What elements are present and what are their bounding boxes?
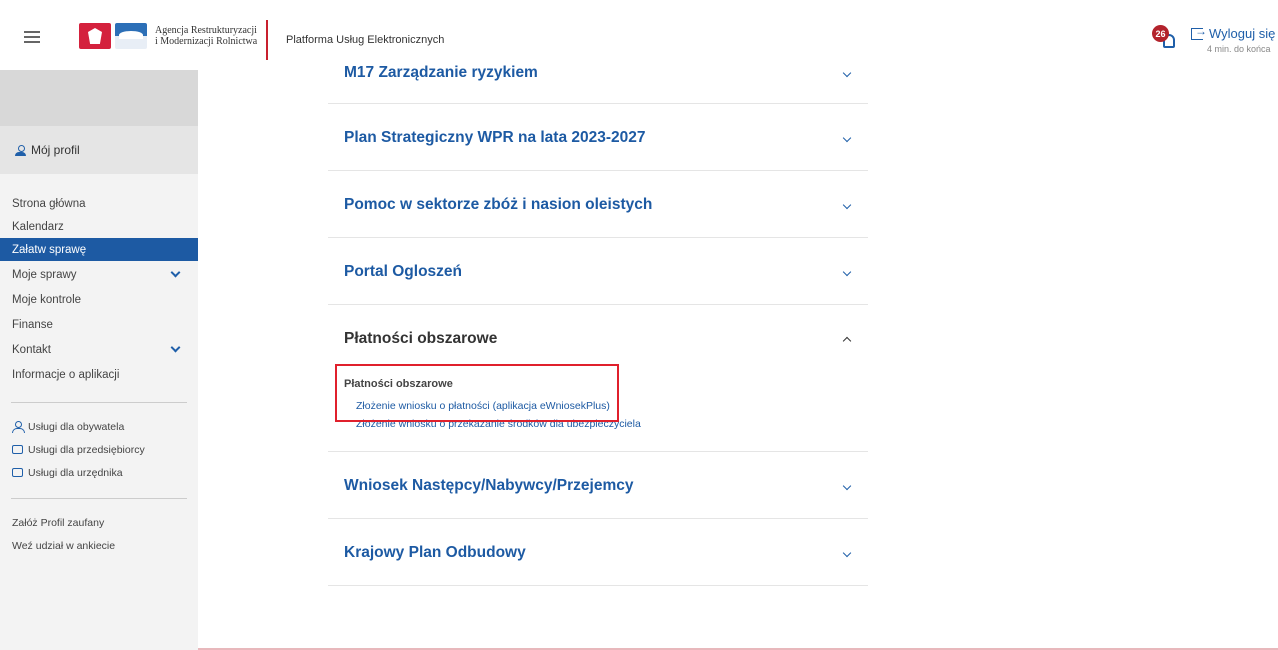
accordion-header[interactable]: Pomoc w sektorze zbóż i nasion oleistych <box>328 171 868 238</box>
submit-payment-application-link[interactable]: Złożenie wniosku o płatności (aplikacja … <box>356 400 868 412</box>
header-divider <box>266 20 268 60</box>
accordion-area-payments: Płatności obszarowe Płatności obszarowe … <box>328 305 868 452</box>
profile-label: Mój profil <box>31 143 80 157</box>
accordion-header[interactable]: Płatności obszarowe <box>328 305 868 372</box>
logout-label: Wyloguj się <box>1209 26 1276 41</box>
accordion-header[interactable]: Krajowy Plan Odbudowy <box>328 519 868 586</box>
nav-item-handle-matter[interactable]: Załatw sprawę <box>0 238 198 261</box>
person-icon <box>15 144 26 156</box>
nav-item-my-matters[interactable]: Moje sprawy <box>0 261 198 288</box>
agency-name: Agencja Restrukturyzacji i Modernizacji … <box>155 25 258 47</box>
my-profile-link[interactable]: Mój profil <box>0 126 198 174</box>
chevron-down-icon <box>842 133 852 142</box>
accordion-successor-application: Wniosek Następcy/Nabywcy/Przejemcy <box>328 452 868 519</box>
chevron-down-icon <box>842 68 852 77</box>
notifications-button[interactable]: 26 <box>1152 25 1178 51</box>
session-timer: 4 min. do końca <box>1207 44 1271 54</box>
nav-item-contact[interactable]: Kontakt <box>0 338 198 361</box>
chevron-down-icon <box>842 267 852 276</box>
sidebar-divider <box>11 498 187 499</box>
sidebar-banner <box>0 70 198 126</box>
chevron-up-icon <box>842 336 852 345</box>
accordion-panel: Płatności obszarowe Złożenie wniosku o p… <box>328 378 868 430</box>
accordion-header[interactable]: Portal Ogloszeń <box>328 238 868 305</box>
panel-heading: Płatności obszarowe <box>344 378 453 390</box>
chevron-down-icon <box>842 481 852 490</box>
sidebar-divider <box>11 402 187 403</box>
arimr-mark-icon <box>115 23 147 49</box>
chevron-down-icon <box>842 200 852 209</box>
briefcase-icon <box>12 445 23 454</box>
nav-item-calendar[interactable]: Kalendarz <box>0 215 198 238</box>
nav-item-my-inspections[interactable]: Moje kontrole <box>0 288 198 311</box>
accordion-header[interactable]: M17 Zarządzanie ryzykiem <box>328 56 868 89</box>
accordion-header[interactable]: Plan Strategiczny WPR na lata 2023-2027 <box>328 104 868 171</box>
services-business-link[interactable]: Usługi dla przedsiębiorcy <box>0 438 198 461</box>
chevron-down-icon <box>842 548 852 557</box>
logout-icon <box>1191 24 1207 40</box>
accordion-recovery-plan: Krajowy Plan Odbudowy <box>328 519 868 586</box>
survey-link[interactable]: Weź udział w ankiecie <box>0 534 198 557</box>
arimr-logo[interactable]: Agencja Restrukturyzacji i Modernizacji … <box>79 23 257 49</box>
trusted-profile-link[interactable]: Załóż Profil zaufany <box>0 511 198 534</box>
main-nav: Strona główna Kalendarz Załatw sprawę Mo… <box>0 192 198 388</box>
accordion-grain-aid: Pomoc w sektorze zbóż i nasion oleistych <box>328 171 868 238</box>
accordion-wpr-plan: Plan Strategiczny WPR na lata 2023-2027 <box>328 104 868 171</box>
insurer-transfer-application-link[interactable]: Złożenie wniosku o przekazanie środków d… <box>356 418 868 430</box>
services-citizen-link[interactable]: Usługi dla obywatela <box>0 415 198 438</box>
accordion-announcements: Portal Ogloszeń <box>328 238 868 305</box>
platform-title: Platforma Usług Elektronicznych <box>286 34 445 46</box>
chevron-down-icon <box>170 342 181 353</box>
notification-badge: 26 <box>1152 25 1169 42</box>
laptop-icon <box>12 468 23 477</box>
services-official-link[interactable]: Usługi dla urzędnika <box>0 461 198 484</box>
accordion-header[interactable]: Wniosek Następcy/Nabywcy/Przejemcy <box>328 452 868 519</box>
nav-item-finances[interactable]: Finanse <box>0 311 198 338</box>
logout-button[interactable]: Wyloguj się 4 min. do końca <box>1191 24 1276 54</box>
person-icon <box>12 421 25 433</box>
nav-item-home[interactable]: Strona główna <box>0 192 198 215</box>
sidebar: Mój profil Strona główna Kalendarz Załat… <box>0 70 198 650</box>
hamburger-menu-icon[interactable] <box>24 31 40 43</box>
chevron-down-icon <box>170 267 181 278</box>
accordion-m17: M17 Zarządzanie ryzykiem <box>328 64 868 104</box>
nav-item-app-info[interactable]: Informacje o aplikacji <box>0 361 198 388</box>
main-content: M17 Zarządzanie ryzykiem Plan Strategicz… <box>198 64 1278 650</box>
poland-emblem-icon <box>79 23 111 49</box>
